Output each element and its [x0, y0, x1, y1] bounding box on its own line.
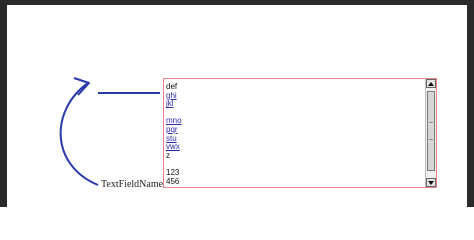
arrow-down-icon [428, 180, 434, 185]
text-line [166, 160, 424, 169]
text-line: mno [166, 116, 182, 126]
scrollbar-thumb[interactable] [427, 91, 435, 171]
text-line: pqr [166, 124, 178, 134]
multiline-text-field[interactable]: def ghi jkl mno pqr stu vwx z 123 456 [163, 78, 437, 188]
text-field-name-label: TextFieldName [101, 179, 164, 190]
text-line: stu [166, 133, 177, 143]
text-line: jkl [166, 99, 174, 109]
text-line: def [166, 82, 178, 91]
text-line: ghi [166, 90, 177, 100]
grip-icon [429, 122, 433, 140]
text-field-content[interactable]: def ghi jkl mno pqr stu vwx z 123 456 [166, 82, 424, 186]
scroll-up-button[interactable] [426, 79, 436, 88]
curved-arrow [59, 82, 99, 186]
text-line [166, 109, 424, 118]
text-line: 456 [166, 176, 180, 186]
text-line: vwx [166, 142, 180, 152]
text-line: z [166, 150, 170, 160]
scroll-down-button[interactable] [426, 178, 436, 187]
vertical-scrollbar[interactable] [425, 79, 436, 187]
arrow-up-icon [428, 81, 434, 86]
text-line: 123 [166, 167, 180, 177]
